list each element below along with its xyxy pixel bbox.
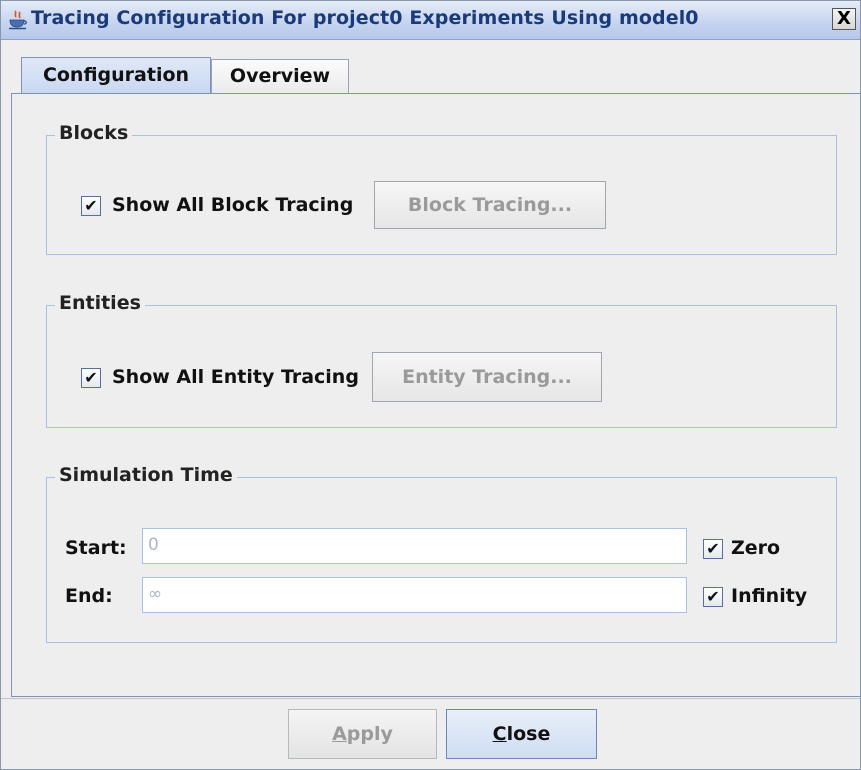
block-tracing-button[interactable]: Block Tracing... bbox=[374, 181, 606, 229]
simulation-time-group-title: Simulation Time bbox=[55, 464, 237, 486]
entity-tracing-button[interactable]: Entity Tracing... bbox=[372, 352, 602, 402]
end-time-field[interactable]: ∞ bbox=[142, 577, 687, 613]
start-label: Start: bbox=[65, 537, 127, 559]
show-all-block-tracing-label[interactable]: Show All Block Tracing bbox=[112, 194, 353, 216]
infinity-checkbox[interactable]: ✔ bbox=[703, 587, 723, 607]
apply-mnemonic: A bbox=[332, 723, 347, 745]
close-mnemonic: C bbox=[492, 723, 507, 745]
tab-configuration[interactable]: Configuration bbox=[21, 57, 211, 93]
start-time-field[interactable]: 0 bbox=[142, 528, 687, 564]
dialog-window: Tracing Configuration For project0 Exper… bbox=[0, 0, 861, 770]
footer-separator bbox=[1, 698, 860, 699]
apply-label-rest: pply bbox=[346, 723, 393, 745]
entities-group-title: Entities bbox=[55, 292, 145, 314]
show-all-entity-tracing-label[interactable]: Show All Entity Tracing bbox=[112, 366, 359, 388]
java-cup-icon bbox=[9, 10, 27, 30]
tab-overview[interactable]: Overview bbox=[211, 59, 349, 93]
end-label: End: bbox=[65, 585, 113, 607]
apply-button[interactable]: Apply bbox=[288, 709, 437, 759]
zero-checkbox[interactable]: ✔ bbox=[703, 539, 723, 559]
infinity-label[interactable]: Infinity bbox=[731, 585, 807, 607]
window-title: Tracing Configuration For project0 Exper… bbox=[31, 7, 699, 29]
window-close-button[interactable]: X bbox=[832, 8, 856, 30]
zero-label[interactable]: Zero bbox=[731, 537, 780, 559]
title-bar[interactable]: Tracing Configuration For project0 Exper… bbox=[1, 1, 860, 40]
close-label-rest: lose bbox=[506, 723, 551, 745]
show-all-entity-tracing-checkbox[interactable]: ✔ bbox=[81, 368, 101, 388]
show-all-block-tracing-checkbox[interactable]: ✔ bbox=[81, 196, 101, 216]
blocks-group-title: Blocks bbox=[55, 122, 133, 144]
close-button[interactable]: Close bbox=[446, 709, 597, 759]
